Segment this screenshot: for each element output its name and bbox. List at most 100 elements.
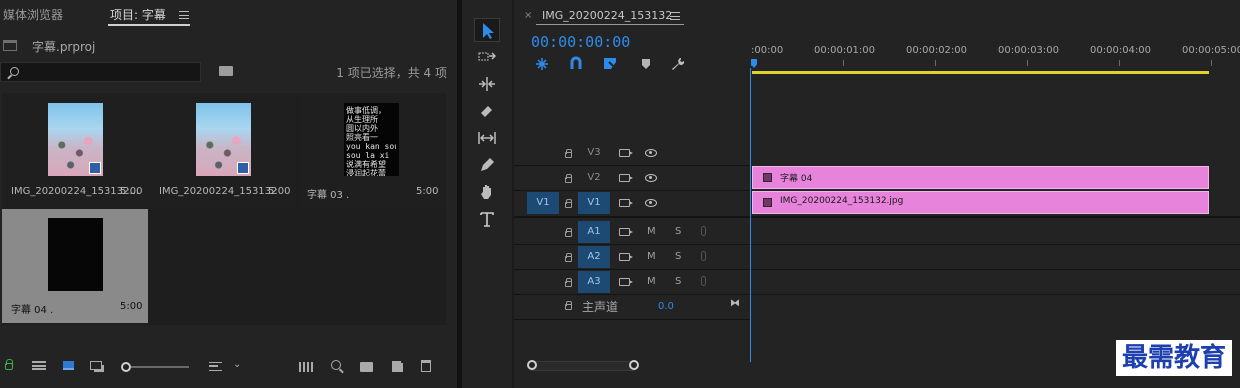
sync-lock-icon[interactable] (619, 174, 633, 182)
mute-button[interactable]: M (647, 226, 656, 237)
go-to-end-icon[interactable]: ⧓ (730, 298, 740, 309)
track-target-a2[interactable]: A2 (578, 246, 610, 268)
hand-tool[interactable] (474, 180, 500, 204)
track-target-a3[interactable]: A3 (578, 271, 610, 293)
track-select-tool[interactable] (474, 45, 500, 69)
new-item-icon[interactable] (392, 358, 406, 372)
track-header-v2: V2 (514, 166, 750, 190)
type-tool[interactable] (474, 207, 500, 231)
panel-menu-icon[interactable] (179, 11, 189, 19)
scroll-end-handle[interactable] (629, 360, 639, 370)
selection-tool[interactable] (474, 18, 500, 42)
project-item[interactable]: 字幕 04 . 5:00 (2, 209, 148, 323)
tools-panel (462, 0, 512, 388)
solo-button[interactable]: S (675, 276, 681, 287)
playhead-timecode[interactable]: 00:00:00:00 (531, 33, 630, 51)
caption-thumbnail: 做事低调， 从生理所 圆以内外 照亮看一 you kan sou sou la … (344, 103, 399, 176)
sync-lock-icon[interactable] (619, 278, 633, 286)
lock-icon[interactable] (565, 301, 572, 310)
item-name: 字幕 04 . (11, 305, 54, 316)
mute-button[interactable]: M (647, 276, 656, 287)
clip-label: 字幕 04 (780, 174, 813, 184)
lock-icon[interactable] (565, 253, 572, 262)
timeline-menu-icon[interactable] (670, 12, 680, 20)
wrench-icon[interactable] (671, 57, 685, 71)
lock-icon[interactable] (565, 199, 572, 208)
source-patch-v1[interactable]: V1 (527, 192, 559, 214)
lock-icon[interactable] (565, 174, 572, 183)
snap-icon[interactable] (569, 56, 583, 70)
sort-icon[interactable] (209, 362, 222, 371)
watermark-logo: 最需教育 (1115, 340, 1232, 376)
active-tab-indicator (536, 24, 684, 25)
project-item[interactable]: IMG_20200224_153132... 5:00 (2, 93, 148, 207)
playhead-line[interactable] (750, 68, 751, 362)
razor-tool[interactable] (474, 99, 500, 123)
eye-icon[interactable] (645, 149, 657, 157)
work-area-bar[interactable] (752, 71, 1209, 74)
zoom-slider-handle[interactable] (121, 362, 131, 372)
track-target-a1[interactable]: A1 (578, 221, 610, 243)
sequence-tab[interactable]: IMG_20200224_153132 (542, 9, 672, 22)
photo-thumbnail (48, 103, 103, 176)
find-bin-icon[interactable] (219, 66, 233, 76)
insert-sequence-nest-icon[interactable] (535, 57, 549, 71)
project-panel: 媒体浏览器 项目: 字幕 字幕.prproj 1 项已选择，共 4 项 IMG_… (0, 0, 457, 388)
image-badge-icon (237, 162, 249, 174)
playhead-handle[interactable] (751, 59, 757, 68)
eye-icon[interactable] (645, 174, 657, 182)
mic-icon[interactable] (701, 226, 706, 236)
list-view-icon[interactable] (32, 361, 46, 370)
scroll-start-handle[interactable] (527, 360, 537, 370)
horizontal-zoom-scrollbar[interactable] (527, 360, 639, 371)
lock-icon[interactable] (565, 149, 572, 158)
solo-button[interactable]: S (675, 226, 681, 237)
project-item[interactable]: 做事低调， 从生理所 圆以内外 照亮看一 you kan sou sou la … (298, 93, 444, 207)
tab-project[interactable]: 项目: 字幕 (110, 6, 166, 23)
trash-icon[interactable] (421, 360, 431, 372)
sync-lock-icon[interactable] (619, 199, 633, 207)
ruler-label: 00:00:01:00 (814, 45, 876, 56)
ripple-edit-tool[interactable] (474, 72, 500, 96)
automate-to-sequence-icon[interactable] (299, 362, 314, 372)
icon-view-icon[interactable] (63, 361, 74, 370)
item-name: IMG_20200224_153132 (159, 186, 278, 197)
lock-icon[interactable] (565, 278, 572, 287)
sync-lock-icon[interactable] (619, 149, 633, 157)
lock-icon[interactable] (5, 359, 13, 370)
clip-caption-04[interactable]: 字幕 04 (752, 166, 1209, 189)
mic-icon[interactable] (701, 251, 706, 261)
track-target-v1[interactable]: V1 (578, 192, 610, 214)
chevron-down-icon[interactable]: ⌄ (233, 359, 241, 370)
ruler-tick (935, 60, 936, 66)
mic-icon[interactable] (701, 276, 706, 286)
zoom-slider[interactable] (131, 366, 189, 368)
mute-button[interactable]: M (647, 251, 656, 262)
project-item[interactable]: IMG_20200224_153132 5:00 (150, 93, 296, 207)
solo-button[interactable]: S (675, 251, 681, 262)
linked-selection-icon[interactable] (603, 56, 617, 70)
eye-icon[interactable] (645, 199, 657, 207)
close-icon[interactable]: × (524, 10, 532, 21)
find-icon[interactable] (331, 360, 341, 370)
new-bin-icon[interactable] (360, 362, 373, 372)
tab-media-browser[interactable]: 媒体浏览器 (3, 6, 63, 23)
clip-image[interactable]: IMG_20200224_153132.jpg (752, 191, 1209, 214)
search-input[interactable] (0, 62, 201, 82)
track-target-v2[interactable]: V2 (578, 167, 610, 189)
lock-icon[interactable] (565, 228, 572, 237)
track-header-a2: A2 M S (514, 245, 750, 269)
freeform-view-icon[interactable] (90, 361, 102, 370)
sync-lock-icon[interactable] (619, 228, 633, 236)
timeline-panel: × IMG_20200224_153132 00:00:00:00 :00:00… (514, 0, 1240, 388)
search-icon (10, 67, 19, 76)
master-volume-value[interactable]: 0.0 (658, 301, 674, 312)
pen-tool[interactable] (474, 153, 500, 177)
item-duration: 5:00 (268, 186, 291, 197)
track-target-v3[interactable]: V3 (578, 142, 610, 164)
sync-lock-icon[interactable] (619, 253, 633, 261)
add-marker-icon[interactable] (641, 58, 651, 70)
photo-thumbnail (196, 103, 251, 176)
slip-tool[interactable] (474, 126, 500, 150)
project-folder-icon (3, 40, 17, 51)
